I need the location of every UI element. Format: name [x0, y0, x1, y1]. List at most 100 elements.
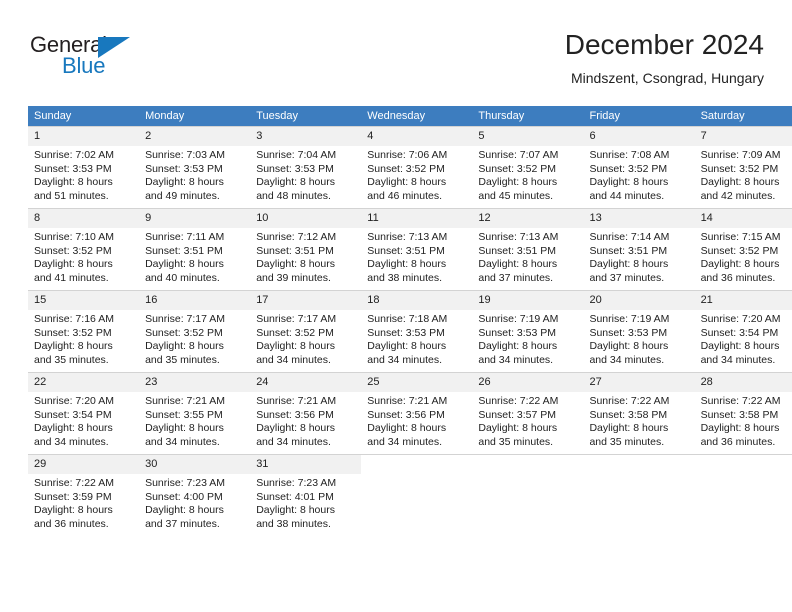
calendar-day-cell[interactable]: 23 Sunrise: 7:21 AM Sunset: 3:55 PM Dayligh… — [139, 372, 251, 454]
daylight-duration-line1: Daylight: 8 hours — [478, 258, 558, 271]
calendar-day-cell[interactable]: 3 Sunrise: 7:04 AM Sunset: 3:53 PM Daylight… — [250, 126, 362, 208]
sunrise-time: Sunrise: 7:02 AM — [34, 149, 114, 161]
calendar-day-cell[interactable]: 8 Sunrise: 7:10 AM Sunset: 3:52 PM Daylight… — [28, 208, 140, 290]
calendar-day-cell[interactable]: 6 Sunrise: 7:08 AM Sunset: 3:52 PM Daylight… — [583, 126, 695, 208]
weekday-header-friday: Friday — [583, 106, 695, 126]
calendar-header-row: Sunday Monday Tuesday Wednesday Thursday Frid… — [28, 106, 792, 126]
daylight-duration-line1: Daylight: 8 hours — [367, 422, 447, 435]
daylight-duration-line2: and 34 minutes. — [256, 435, 331, 448]
daylight-duration-line2: and 48 minutes. — [256, 189, 331, 202]
calendar-day-cell[interactable]: 16 Sunrise: 7:17 AM Sunset: 3:52 PM Dayligh… — [139, 290, 251, 372]
sunrise-time: Sunrise: 7:23 AM — [145, 477, 226, 489]
sunrise-time: Sunrise: 7:17 AM — [145, 313, 226, 325]
sunset-time: Sunset: 3:53 PM — [589, 326, 668, 339]
day-details: Sunrise: 7:20 AM Sunset: 3:54 PM Daylight:… — [695, 310, 792, 367]
calendar-day-cell[interactable]: 14 Sunrise: 7:15 AM Sunset: 3:52 PM Dayligh… — [694, 208, 792, 290]
calendar-day-cell[interactable]: 15 Sunrise: 7:16 AM Sunset: 3:52 PM Dayligh… — [28, 290, 140, 372]
calendar-day-cell[interactable]: 11 Sunrise: 7:13 AM Sunset: 3:51 PM Dayligh… — [361, 208, 473, 290]
weekday-header-tuesday: Tuesday — [250, 106, 362, 126]
sunrise-time: Sunrise: 7:04 AM — [256, 149, 337, 161]
sunrise-time: Sunrise: 7:22 AM — [478, 395, 559, 407]
daylight-duration-line1: Daylight: 8 hours — [589, 176, 669, 189]
daylight-duration-line2: and 35 minutes. — [589, 435, 665, 448]
sunset-time: Sunset: 3:51 PM — [367, 244, 445, 257]
calendar-day-cell[interactable]: 5 Sunrise: 7:07 AM Sunset: 3:52 PM Daylight… — [472, 126, 584, 208]
day-details: Sunrise: 7:22 AM Sunset: 3:58 PM Daylight:… — [583, 392, 694, 449]
weekday-header-monday: Monday — [139, 106, 251, 126]
day-details: Sunrise: 7:13 AM Sunset: 3:51 PM Daylight:… — [361, 228, 472, 285]
weekday-header-thursday: Thursday — [472, 106, 584, 126]
day-number: 6 — [583, 127, 695, 146]
calendar-day-cell[interactable]: 31 Sunrise: 7:23 AM Sunset: 4:01 PM Dayligh… — [250, 454, 362, 536]
sunset-time: Sunset: 3:51 PM — [589, 244, 668, 257]
calendar-day-cell[interactable]: 29 Sunrise: 7:22 AM Sunset: 3:59 PM Dayligh… — [28, 454, 140, 536]
daylight-duration-line2: and 37 minutes. — [589, 271, 665, 284]
page-header: General Blue December 2024 Mindszent, Cs… — [28, 28, 764, 96]
sunrise-time: Sunrise: 7:19 AM — [478, 313, 559, 325]
daylight-duration-line1: Daylight: 8 hours — [589, 340, 669, 353]
daylight-duration-line1: Daylight: 8 hours — [34, 340, 113, 353]
day-number: 27 — [583, 373, 695, 392]
calendar-day-cell[interactable]: 30 Sunrise: 7:23 AM Sunset: 4:00 PM Dayligh… — [139, 454, 251, 536]
sunrise-time: Sunrise: 7:13 AM — [478, 231, 559, 243]
day-number: 30 — [139, 455, 251, 474]
sunset-time: Sunset: 4:00 PM — [145, 490, 223, 503]
calendar-day-cell[interactable]: 20 Sunrise: 7:19 AM Sunset: 3:53 PM Dayligh… — [583, 290, 695, 372]
calendar-day-cell[interactable]: 13 Sunrise: 7:14 AM Sunset: 3:51 PM Dayligh… — [583, 208, 695, 290]
calendar-day-cell[interactable]: 2 Sunrise: 7:03 AM Sunset: 3:53 PM Daylight… — [139, 126, 251, 208]
day-details: Sunrise: 7:19 AM Sunset: 3:53 PM Daylight:… — [583, 310, 694, 367]
daylight-duration-line2: and 35 minutes. — [478, 435, 554, 448]
calendar-day-cell[interactable]: 19 Sunrise: 7:19 AM Sunset: 3:53 PM Dayligh… — [472, 290, 584, 372]
calendar-day-cell[interactable]: 1 Sunrise: 7:02 AM Sunset: 3:53 PM Daylight… — [28, 126, 140, 208]
day-details: Sunrise: 7:19 AM Sunset: 3:53 PM Daylight:… — [472, 310, 583, 367]
sunset-time: Sunset: 3:51 PM — [478, 244, 557, 257]
calendar-day-cell[interactable]: 27 Sunrise: 7:22 AM Sunset: 3:58 PM Dayligh… — [583, 372, 695, 454]
sunset-time: Sunset: 3:56 PM — [256, 408, 334, 421]
day-number: 13 — [583, 209, 695, 228]
day-number: 19 — [472, 291, 584, 310]
calendar-day-cell[interactable]: 24 Sunrise: 7:21 AM Sunset: 3:56 PM Dayligh… — [250, 372, 362, 454]
calendar-day-cell[interactable]: 10 Sunrise: 7:12 AM Sunset: 3:51 PM Dayligh… — [250, 208, 362, 290]
day-number: 18 — [361, 291, 473, 310]
daylight-duration-line1: Daylight: 8 hours — [589, 258, 669, 271]
calendar-day-cell[interactable]: 7 Sunrise: 7:09 AM Sunset: 3:52 PM Daylight… — [694, 126, 792, 208]
general-blue-logo[interactable]: General Blue — [30, 32, 230, 88]
daylight-duration-line2: and 35 minutes. — [145, 353, 220, 366]
sunset-time: Sunset: 3:52 PM — [367, 162, 445, 175]
daylight-duration-line1: Daylight: 8 hours — [145, 176, 224, 189]
calendar-day-cell[interactable]: 28 Sunrise: 7:22 AM Sunset: 3:58 PM Dayligh… — [694, 372, 792, 454]
day-number: 25 — [361, 373, 473, 392]
day-details: Sunrise: 7:12 AM Sunset: 3:51 PM Daylight:… — [250, 228, 361, 285]
day-number: 28 — [694, 373, 792, 392]
daylight-duration-line2: and 49 minutes. — [145, 189, 220, 202]
day-number: 29 — [28, 455, 140, 474]
daylight-duration-line1: Daylight: 8 hours — [367, 176, 447, 189]
calendar-day-cell[interactable]: 12 Sunrise: 7:13 AM Sunset: 3:51 PM Dayligh… — [472, 208, 584, 290]
calendar-day-cell[interactable]: 26 Sunrise: 7:22 AM Sunset: 3:57 PM Dayligh… — [472, 372, 584, 454]
calendar-day-cell[interactable]: 25 Sunrise: 7:21 AM Sunset: 3:56 PM Dayligh… — [361, 372, 473, 454]
calendar-week-row: 1 Sunrise: 7:02 AM Sunset: 3:53 PM Daylight… — [28, 126, 792, 208]
day-number: 5 — [472, 127, 584, 146]
daylight-duration-line2: and 44 minutes. — [589, 189, 665, 202]
daylight-duration-line1: Daylight: 8 hours — [367, 340, 447, 353]
sunrise-time: Sunrise: 7:23 AM — [256, 477, 337, 489]
calendar-day-cell[interactable]: 21 Sunrise: 7:20 AM Sunset: 3:54 PM Dayligh… — [694, 290, 792, 372]
calendar-day-cell[interactable]: 22 Sunrise: 7:20 AM Sunset: 3:54 PM Dayligh… — [28, 372, 140, 454]
sunrise-time: Sunrise: 7:20 AM — [700, 313, 781, 325]
title-block: December 2024 Mindszent, Csongrad, Hunga… — [565, 28, 764, 88]
calendar-day-cell[interactable]: 17 Sunrise: 7:17 AM Sunset: 3:52 PM Dayligh… — [250, 290, 362, 372]
sunrise-time: Sunrise: 7:22 AM — [700, 395, 781, 407]
daylight-duration-line1: Daylight: 8 hours — [700, 340, 780, 353]
sunrise-time: Sunrise: 7:13 AM — [367, 231, 448, 243]
calendar-day-cell[interactable]: 18 Sunrise: 7:18 AM Sunset: 3:53 PM Dayligh… — [361, 290, 473, 372]
calendar-day-cell-empty — [361, 454, 473, 536]
daylight-duration-line2: and 38 minutes. — [367, 271, 442, 284]
day-details: Sunrise: 7:20 AM Sunset: 3:54 PM Daylight:… — [28, 392, 139, 449]
daylight-duration-line1: Daylight: 8 hours — [256, 504, 335, 517]
calendar-day-cell[interactable]: 9 Sunrise: 7:11 AM Sunset: 3:51 PM Daylight… — [139, 208, 251, 290]
calendar-day-cell[interactable]: 4 Sunrise: 7:06 AM Sunset: 3:52 PM Daylight… — [361, 126, 473, 208]
sunset-time: Sunset: 3:52 PM — [34, 244, 112, 257]
daylight-duration-line1: Daylight: 8 hours — [367, 258, 447, 271]
day-number: 8 — [28, 209, 140, 228]
day-details: Sunrise: 7:22 AM Sunset: 3:58 PM Daylight:… — [695, 392, 792, 449]
